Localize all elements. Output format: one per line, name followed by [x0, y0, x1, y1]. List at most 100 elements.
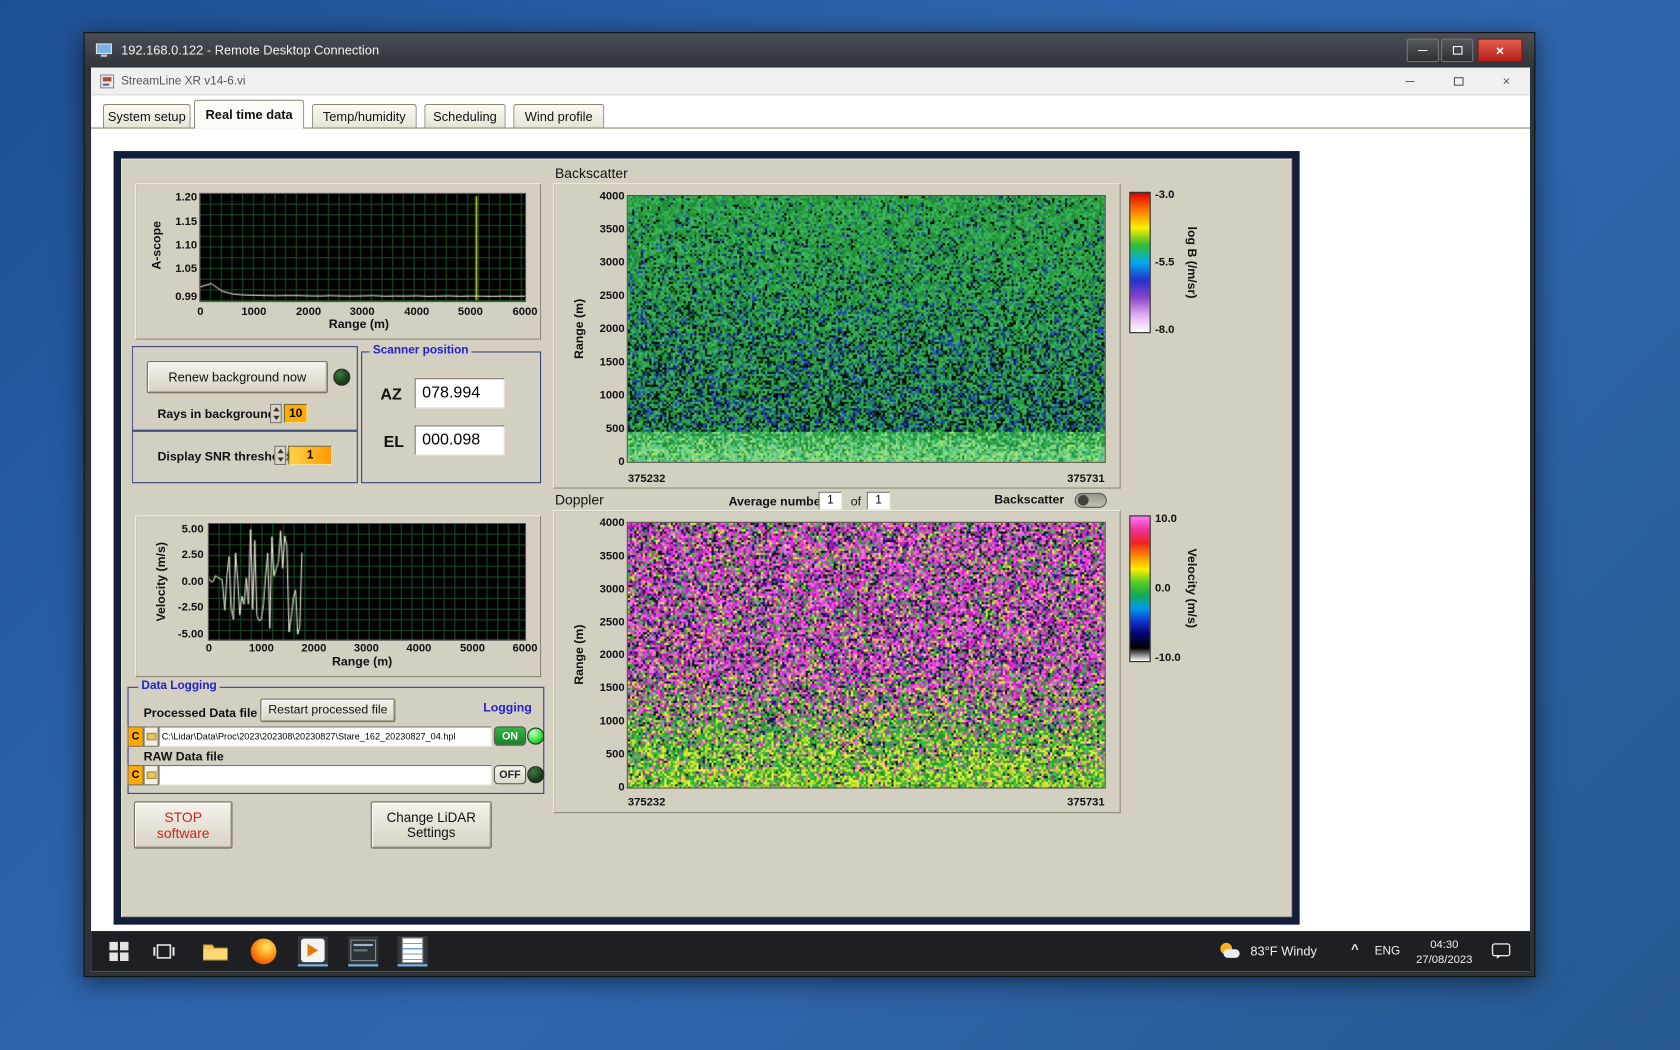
- tick-label: 3000: [599, 582, 625, 596]
- firefox-icon[interactable]: [249, 936, 279, 966]
- file-explorer-icon[interactable]: [200, 936, 230, 966]
- tab-system-setup[interactable]: System setup: [102, 103, 191, 129]
- rdp-minimize-button[interactable]: ─: [1406, 38, 1439, 63]
- tick-label: 3000: [349, 305, 375, 319]
- backscatter-toggle-label: Backscatter: [994, 493, 1065, 507]
- labview-logo: [301, 938, 325, 963]
- az-value-field[interactable]: 078.994: [414, 378, 505, 409]
- tick-label: 500: [605, 747, 625, 761]
- tick-label: 2000: [296, 305, 322, 319]
- backscatter-x-end: 375731: [1067, 472, 1105, 486]
- backscatter-heatmap: [626, 195, 1106, 463]
- rdp-close-button[interactable]: ×: [1477, 38, 1523, 63]
- processed-data-file-label: Processed Data file: [143, 707, 258, 721]
- start-button[interactable]: [104, 936, 134, 966]
- a-scope-canvas: [199, 192, 527, 303]
- tick-label: 1.10: [175, 238, 198, 252]
- doppler-x-start: 375232: [627, 796, 666, 809]
- tray-expand-caret[interactable]: ^: [1351, 942, 1359, 957]
- app-minimize-button[interactable]: ─: [1394, 71, 1426, 92]
- renew-background-led: [333, 368, 351, 386]
- tick-label: 0: [618, 781, 625, 794]
- rdp-maximize-button[interactable]: [1441, 38, 1474, 63]
- language-indicator[interactable]: ENG: [1375, 944, 1401, 959]
- notepad-document-icon: [401, 937, 424, 964]
- el-label: EL: [383, 432, 405, 452]
- tick-label: 4000: [404, 305, 430, 319]
- restart-processed-file-button[interactable]: Restart processed file: [260, 698, 396, 723]
- spinner-up-icon[interactable]: [272, 407, 280, 412]
- doppler-heatmap: [626, 521, 1106, 789]
- backscatter-title: Backscatter: [555, 165, 628, 182]
- weather-icon[interactable]: [1218, 936, 1242, 966]
- processed-file-path-field[interactable]: C:\Lidar\Data\Proc\2023\202308\20230827\…: [158, 726, 492, 747]
- tick-label: 0: [205, 641, 213, 655]
- of-label: of: [850, 496, 861, 509]
- tab-wind-profile[interactable]: Wind profile: [513, 103, 605, 129]
- spinner-down-icon[interactable]: [276, 457, 284, 462]
- tick-label: 3500: [599, 222, 625, 236]
- tick-label: 3500: [599, 549, 625, 563]
- drive-button[interactable]: C: [127, 726, 144, 747]
- tick-label: 0: [197, 305, 204, 319]
- logging-on-toggle[interactable]: ON: [493, 726, 527, 746]
- labview-icon[interactable]: [297, 936, 328, 967]
- tick-label: 6000: [512, 641, 538, 655]
- tick-label: 3000: [353, 641, 379, 655]
- task-view-button[interactable]: [149, 936, 179, 966]
- a-scope-x-axis-label: Range (m): [328, 318, 390, 332]
- sun-cloud-icon: [1220, 942, 1240, 960]
- backscatter-toggle[interactable]: [1074, 492, 1107, 508]
- remote-desktop: StreamLine XR v14-6.vi ─ × System setup …: [91, 67, 1531, 972]
- tick-label: 2000: [599, 322, 625, 336]
- app-maximize-button[interactable]: [1442, 71, 1474, 92]
- logging-off-toggle[interactable]: OFF: [493, 765, 527, 785]
- spinner-up-icon[interactable]: [276, 448, 284, 454]
- spinner-down-icon[interactable]: [272, 415, 280, 421]
- tick-label: 2.50: [181, 548, 204, 562]
- scan-scheduler-icon[interactable]: [348, 936, 379, 967]
- rdp-icon: [95, 43, 112, 57]
- velocity-x-axis-label: Range (m): [332, 655, 393, 669]
- doppler-title: Doppler: [555, 491, 604, 508]
- renew-background-button[interactable]: Renew background now: [146, 361, 328, 394]
- of-count-field[interactable]: 1: [866, 491, 891, 511]
- rdp-titlebar[interactable]: 192.168.0.122 - Remote Desktop Connectio…: [84, 33, 1535, 68]
- rays-value-field[interactable]: 10: [283, 403, 308, 424]
- el-value-field[interactable]: 000.098: [414, 425, 505, 456]
- clock[interactable]: 04:30 27/08/2023: [1409, 938, 1480, 968]
- tick-label: 4000: [406, 641, 432, 655]
- tab-scheduling[interactable]: Scheduling: [424, 103, 506, 129]
- tab-temp-humidity[interactable]: Temp/humidity: [311, 103, 417, 129]
- logging-off-led: [527, 766, 545, 784]
- tick-label: 6000: [512, 305, 538, 319]
- app-titlebar[interactable]: StreamLine XR v14-6.vi: [91, 67, 1531, 96]
- tick-label: -5.00: [177, 627, 204, 641]
- raw-data-file-label: RAW Data file: [143, 751, 224, 764]
- notification-icon[interactable]: [1486, 936, 1516, 966]
- snr-value-field[interactable]: 1: [288, 445, 333, 466]
- snr-spinner[interactable]: [274, 445, 287, 466]
- desktop: 192.168.0.122 - Remote Desktop Connectio…: [0, 0, 1680, 1050]
- weather-text[interactable]: 83°F Windy: [1250, 944, 1317, 959]
- tab-real-time-data[interactable]: Real time data: [193, 99, 305, 129]
- browse-button[interactable]: [143, 765, 159, 786]
- velocity-canvas: [207, 522, 527, 641]
- data-logging-title: Data Logging: [138, 679, 220, 693]
- notepad-icon[interactable]: [397, 936, 428, 967]
- rays-spinner[interactable]: [270, 403, 282, 424]
- maximize-icon: [1453, 77, 1464, 86]
- browse-button[interactable]: [143, 726, 159, 747]
- tick-label: 5000: [457, 305, 483, 319]
- scanner-position-title: Scanner position: [369, 343, 472, 357]
- app-close-button[interactable]: ×: [1490, 71, 1522, 92]
- drive-button[interactable]: C: [127, 765, 144, 786]
- stop-software-button[interactable]: STOP software: [133, 801, 233, 849]
- raw-file-path-field[interactable]: [158, 765, 492, 786]
- backscatter-x-start: 375232: [627, 472, 666, 486]
- change-lidar-settings-button[interactable]: Change LiDAR Settings: [370, 801, 492, 849]
- tick-label: 0.99: [175, 290, 198, 304]
- backscatter-colorbar: [1129, 191, 1151, 334]
- tick-label: 2500: [599, 616, 625, 629]
- average-value-field[interactable]: 1: [818, 491, 843, 511]
